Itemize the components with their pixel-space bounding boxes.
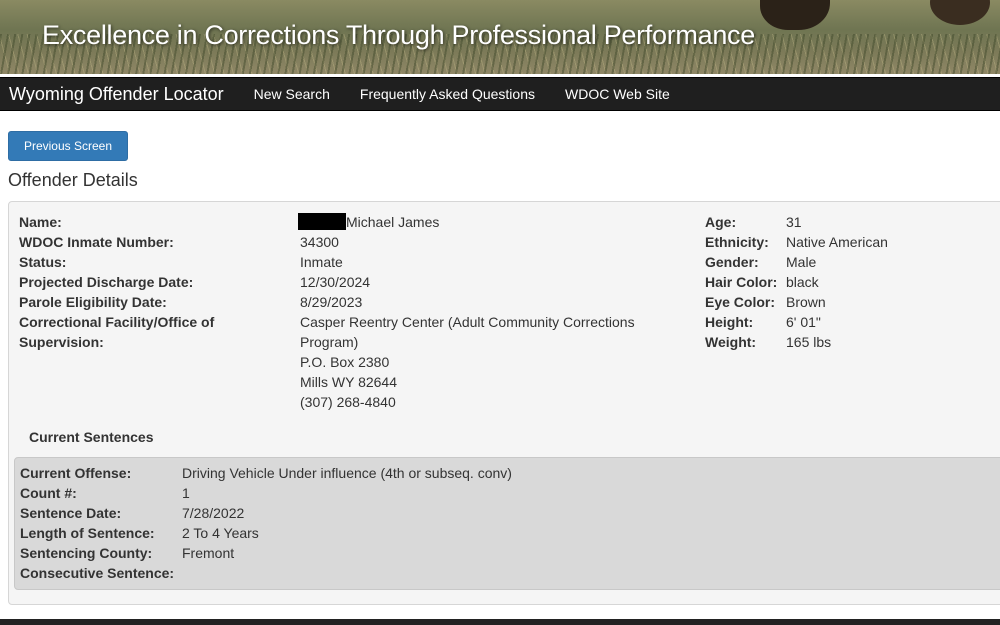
ethnicity-label: Ethnicity: xyxy=(705,234,769,250)
parole-date-label: Parole Eligibility Date: xyxy=(19,294,167,310)
gender-label: Gender: xyxy=(705,254,759,270)
age-value: 31 xyxy=(786,214,802,230)
banner-slogan: Excellence in Corrections Through Profes… xyxy=(42,20,755,50)
facility-label-line2: Supervision: xyxy=(19,334,104,350)
eye-color-label: Eye Color: xyxy=(705,294,776,310)
status-label: Status: xyxy=(19,254,67,270)
height-label: Height: xyxy=(705,314,754,330)
status-value: Inmate xyxy=(300,254,343,270)
facility-phone: (307) 268-4840 xyxy=(300,394,396,410)
header-banner: Excellence in Corrections Through Profes… xyxy=(0,0,1000,74)
age-label: Age: xyxy=(705,214,737,230)
hair-color-value: black xyxy=(786,274,819,290)
facility-address-line: P.O. Box 2380 xyxy=(300,354,390,370)
top-navbar: Wyoming Offender Locator New Search Freq… xyxy=(0,77,1000,111)
nav-faq[interactable]: Frequently Asked Questions xyxy=(360,86,535,102)
previous-screen-button[interactable]: Previous Screen xyxy=(8,131,128,161)
weight-label: Weight: xyxy=(705,334,757,350)
consecutive-sentence-label: Consecutive Sentence: xyxy=(20,565,175,581)
inmate-number-label: WDOC Inmate Number: xyxy=(19,234,174,250)
height-value: 6' 01" xyxy=(786,314,821,330)
count-label: Count #: xyxy=(20,485,77,501)
footer-bar xyxy=(0,619,1000,625)
eye-color-value: Brown xyxy=(786,294,826,310)
parole-date-value: 8/29/2023 xyxy=(300,294,363,310)
facility-label-line1: Correctional Facility/Office of xyxy=(19,314,215,330)
current-offense-value: Driving Vehicle Under influence (4th or … xyxy=(182,465,512,481)
banner-bison-image xyxy=(760,0,830,30)
weight-value: 165 lbs xyxy=(786,334,832,350)
banner-bison-image-2 xyxy=(930,0,990,25)
name-text: Michael James xyxy=(346,214,440,230)
nav-wdoc-website[interactable]: WDOC Web Site xyxy=(565,86,670,102)
current-offense-label: Current Offense: xyxy=(20,465,132,481)
sentencing-county-label: Sentencing County: xyxy=(20,545,153,561)
inmate-number-value: 34300 xyxy=(300,234,339,250)
facility-city-line: Mills WY 82644 xyxy=(300,374,398,390)
sentence-date-value: 7/28/2022 xyxy=(182,505,245,521)
name-label: Name: xyxy=(19,214,62,230)
page-title: Offender Details xyxy=(8,170,138,190)
sentence-length-label: Length of Sentence: xyxy=(20,525,155,541)
discharge-date-label: Projected Discharge Date: xyxy=(19,274,194,290)
ethnicity-value: Native American xyxy=(786,234,888,250)
nav-new-search[interactable]: New Search xyxy=(254,86,330,102)
name-value: Michael James xyxy=(298,212,439,232)
facility-value-line1: Casper Reentry Center (Adult Community C… xyxy=(300,314,635,330)
sentencing-county-value: Fremont xyxy=(182,545,235,561)
navbar-brand[interactable]: Wyoming Offender Locator xyxy=(9,84,224,105)
redacted-name-block xyxy=(298,213,346,230)
hair-color-label: Hair Color: xyxy=(705,274,778,290)
gender-value: Male xyxy=(786,254,817,270)
facility-value-line2: Program) xyxy=(300,334,359,350)
current-sentences-heading: Current Sentences xyxy=(29,429,154,445)
discharge-date-value: 12/30/2024 xyxy=(300,274,371,290)
count-value: 1 xyxy=(182,485,190,501)
sentence-date-label: Sentence Date: xyxy=(20,505,122,521)
sentence-length-value: 2 To 4 Years xyxy=(182,525,259,541)
